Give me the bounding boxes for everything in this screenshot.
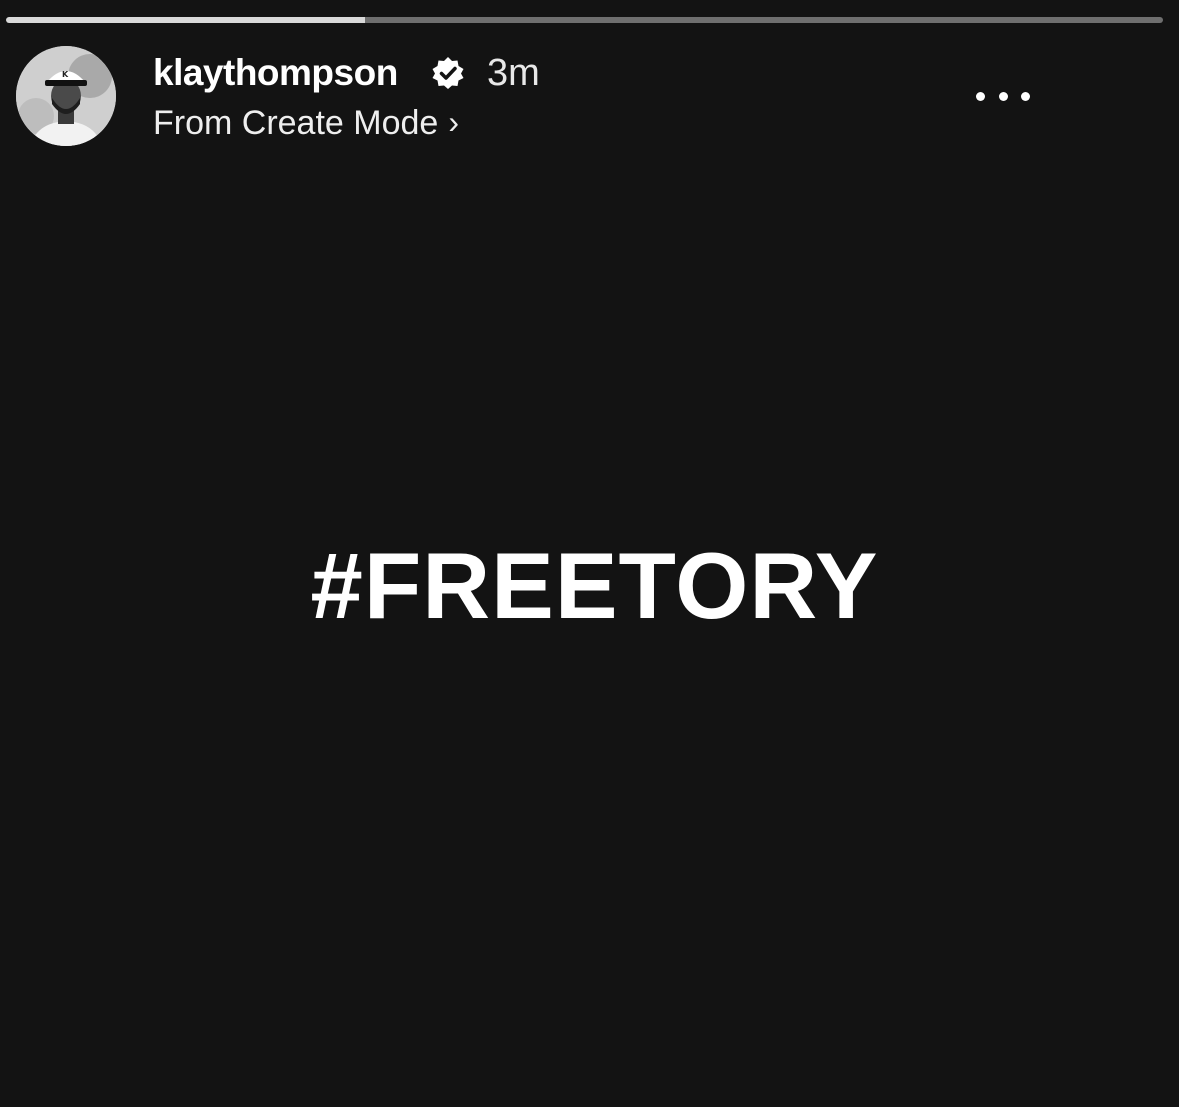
verified-badge-icon (432, 57, 464, 89)
more-options-dot (1021, 91, 1030, 101)
story-username[interactable]: klaythompson (153, 50, 398, 96)
story-progress-bar (6, 17, 1163, 23)
avatar[interactable]: K (16, 46, 116, 146)
profile-photo: K (16, 46, 116, 146)
create-mode-label: From Create Mode (153, 104, 439, 142)
chevron-right-icon: › (448, 104, 459, 140)
more-options-dot (976, 91, 985, 101)
more-options-dot (998, 91, 1008, 101)
story-timestamp: 3m (487, 52, 540, 94)
story-header: K klaythompson 3m From Create Mode › (16, 46, 1146, 146)
create-mode-link[interactable]: From Create Mode › (153, 100, 459, 145)
more-options-button[interactable] (976, 84, 1030, 108)
story-hashtag-text: #FREETORY (310, 533, 879, 638)
svg-text:K: K (62, 70, 69, 79)
story-progress-fill (6, 17, 365, 23)
